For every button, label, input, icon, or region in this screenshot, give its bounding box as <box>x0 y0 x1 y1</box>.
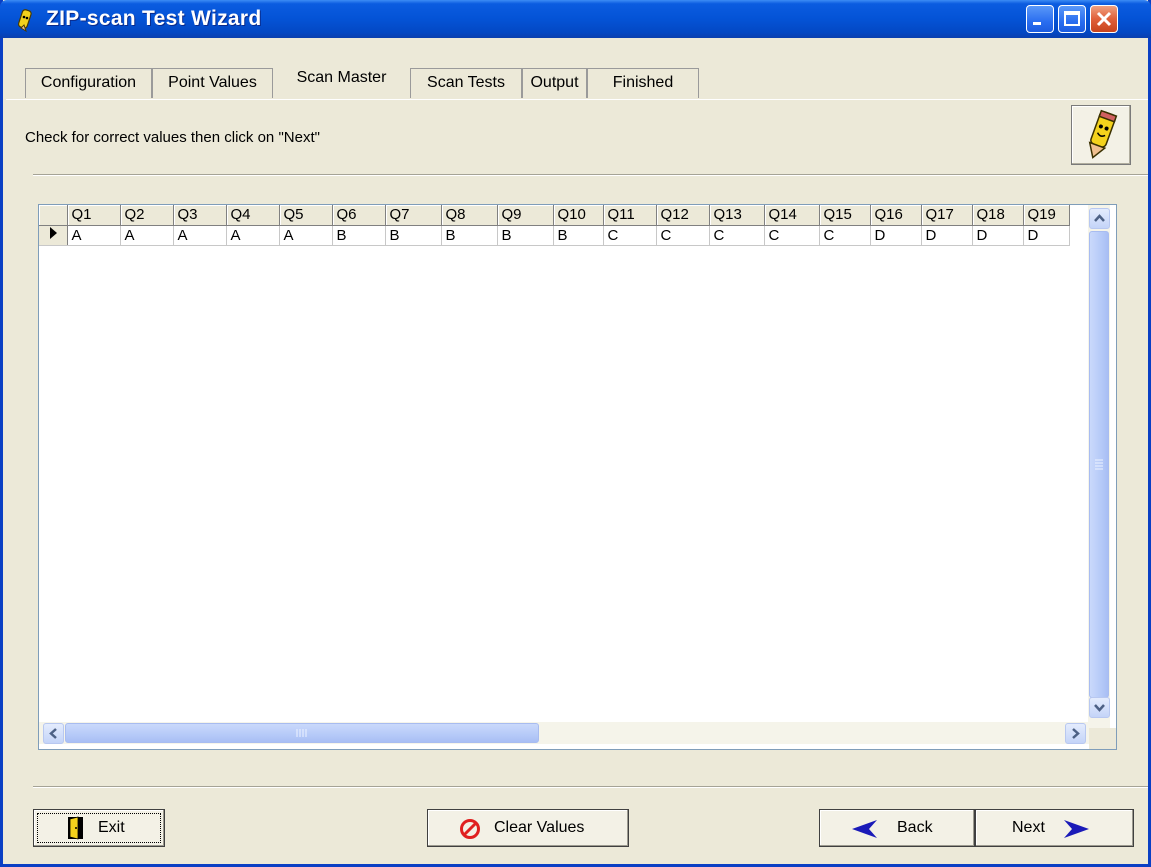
mascot-button[interactable] <box>1071 105 1131 165</box>
scroll-down-button[interactable] <box>1089 697 1110 718</box>
tab-output[interactable]: Output <box>522 68 587 98</box>
corner-header-cell <box>39 205 68 226</box>
answer-grid[interactable]: Q1 Q2 Q3 Q4 Q5 Q6 Q7 Q8 Q9 Q10 Q11 Q12 Q… <box>38 204 1117 750</box>
minimize-button[interactable] <box>1026 5 1054 33</box>
tab-label: Scan Tests <box>427 74 505 91</box>
app-pencil-icon <box>17 9 32 32</box>
column-header[interactable]: Q12 <box>656 205 710 226</box>
tab-configuration[interactable]: Configuration <box>25 68 152 98</box>
row-pointer-icon <box>49 227 57 239</box>
current-row-indicator <box>39 225 68 246</box>
answer-cell[interactable]: A <box>173 225 227 246</box>
column-header[interactable]: Q2 <box>120 205 174 226</box>
column-header[interactable]: Q18 <box>972 205 1024 226</box>
title-bar[interactable]: ZIP-scan Test Wizard <box>0 0 1151 38</box>
answer-cell[interactable]: C <box>603 225 657 246</box>
tab-finished[interactable]: Finished <box>587 68 699 98</box>
answer-cell[interactable]: A <box>120 225 174 246</box>
column-header[interactable]: Q3 <box>173 205 227 226</box>
close-button[interactable] <box>1090 5 1118 33</box>
scroll-left-button[interactable] <box>43 723 64 744</box>
pencil-mascot-icon <box>1088 109 1118 159</box>
answer-cell[interactable]: C <box>819 225 871 246</box>
column-header[interactable]: Q4 <box>226 205 280 226</box>
answer-cell[interactable]: C <box>656 225 710 246</box>
chevron-up-icon <box>1094 214 1105 222</box>
header-row: Q1 Q2 Q3 Q4 Q5 Q6 Q7 Q8 Q9 Q10 Q11 Q12 Q… <box>39 205 1070 226</box>
answer-table: Q1 Q2 Q3 Q4 Q5 Q6 Q7 Q8 Q9 Q10 Q11 Q12 Q… <box>39 205 1070 246</box>
arrow-left-icon <box>852 820 877 838</box>
answer-cell[interactable]: A <box>67 225 121 246</box>
grip-icon <box>1095 459 1103 470</box>
next-button[interactable]: Next <box>975 809 1134 847</box>
column-header[interactable]: Q11 <box>603 205 657 226</box>
scrollbar-corner <box>1089 728 1116 749</box>
scroll-right-button[interactable] <box>1065 723 1086 744</box>
wizard-window: ZIP-scan Test Wizard Configuration Point… <box>0 0 1151 867</box>
door-icon <box>68 816 83 840</box>
column-header[interactable]: Q15 <box>819 205 871 226</box>
tab-label: Point Values <box>168 74 257 91</box>
maximize-icon <box>1064 11 1080 26</box>
answer-cell[interactable]: C <box>709 225 765 246</box>
tab-point-values[interactable]: Point Values <box>152 68 273 98</box>
clear-values-button[interactable]: Clear Values <box>427 809 629 847</box>
bottom-separator <box>33 786 1148 788</box>
arrow-right-icon <box>1064 820 1089 838</box>
table-row[interactable]: A A A A A B B B B B C C C C C D D D D <box>39 225 1070 246</box>
back-button[interactable]: Back <box>819 809 975 847</box>
column-header[interactable]: Q16 <box>870 205 922 226</box>
answer-cell[interactable]: B <box>497 225 554 246</box>
tab-panel-edge <box>6 99 1148 100</box>
answer-cell[interactable]: D <box>972 225 1024 246</box>
scroll-up-button[interactable] <box>1089 208 1110 229</box>
answer-cell[interactable]: B <box>332 225 386 246</box>
vertical-scroll-thumb[interactable] <box>1089 231 1109 698</box>
column-header[interactable]: Q1 <box>67 205 121 226</box>
chevron-right-icon <box>1072 728 1080 739</box>
column-header[interactable]: Q17 <box>921 205 973 226</box>
next-label: Next <box>1012 819 1045 836</box>
column-header[interactable]: Q7 <box>385 205 442 226</box>
no-entry-icon <box>460 819 480 839</box>
answer-cell[interactable]: B <box>441 225 498 246</box>
tab-scan-tests[interactable]: Scan Tests <box>410 68 522 98</box>
grip-icon <box>296 729 307 737</box>
answer-cell[interactable]: A <box>226 225 280 246</box>
answer-cell[interactable]: A <box>279 225 333 246</box>
column-header[interactable]: Q9 <box>497 205 554 226</box>
chevron-left-icon <box>49 728 57 739</box>
answer-cell[interactable]: D <box>870 225 922 246</box>
column-header[interactable]: Q19 <box>1023 205 1070 226</box>
column-header[interactable]: Q13 <box>709 205 765 226</box>
tab-label: Scan Master <box>296 69 387 86</box>
horizontal-scroll-thumb[interactable] <box>65 723 539 743</box>
column-header[interactable]: Q6 <box>332 205 386 226</box>
back-label: Back <box>897 819 933 836</box>
column-header[interactable]: Q8 <box>441 205 498 226</box>
maximize-button[interactable] <box>1058 5 1086 33</box>
tab-label: Output <box>530 74 579 91</box>
answer-cell[interactable]: C <box>764 225 820 246</box>
tab-label: Configuration <box>40 74 137 91</box>
column-header[interactable]: Q10 <box>553 205 604 226</box>
chevron-down-icon <box>1094 704 1105 712</box>
instruction-text: Check for correct values then click on "… <box>25 129 320 146</box>
answer-cell[interactable]: B <box>385 225 442 246</box>
answer-cell[interactable]: B <box>553 225 604 246</box>
answer-cell[interactable]: D <box>921 225 973 246</box>
exit-button[interactable]: Exit <box>33 809 165 847</box>
top-separator <box>33 174 1148 176</box>
clear-values-label: Clear Values <box>494 819 585 836</box>
close-icon <box>1096 11 1112 27</box>
window-title: ZIP-scan Test Wizard <box>46 7 262 30</box>
tab-scan-master[interactable]: Scan Master <box>274 64 409 98</box>
answer-cell[interactable]: D <box>1023 225 1070 246</box>
minimize-icon <box>1033 22 1041 25</box>
column-header[interactable]: Q5 <box>279 205 333 226</box>
tab-label: Finished <box>612 74 674 91</box>
exit-label: Exit <box>98 819 125 836</box>
column-header[interactable]: Q14 <box>764 205 820 226</box>
